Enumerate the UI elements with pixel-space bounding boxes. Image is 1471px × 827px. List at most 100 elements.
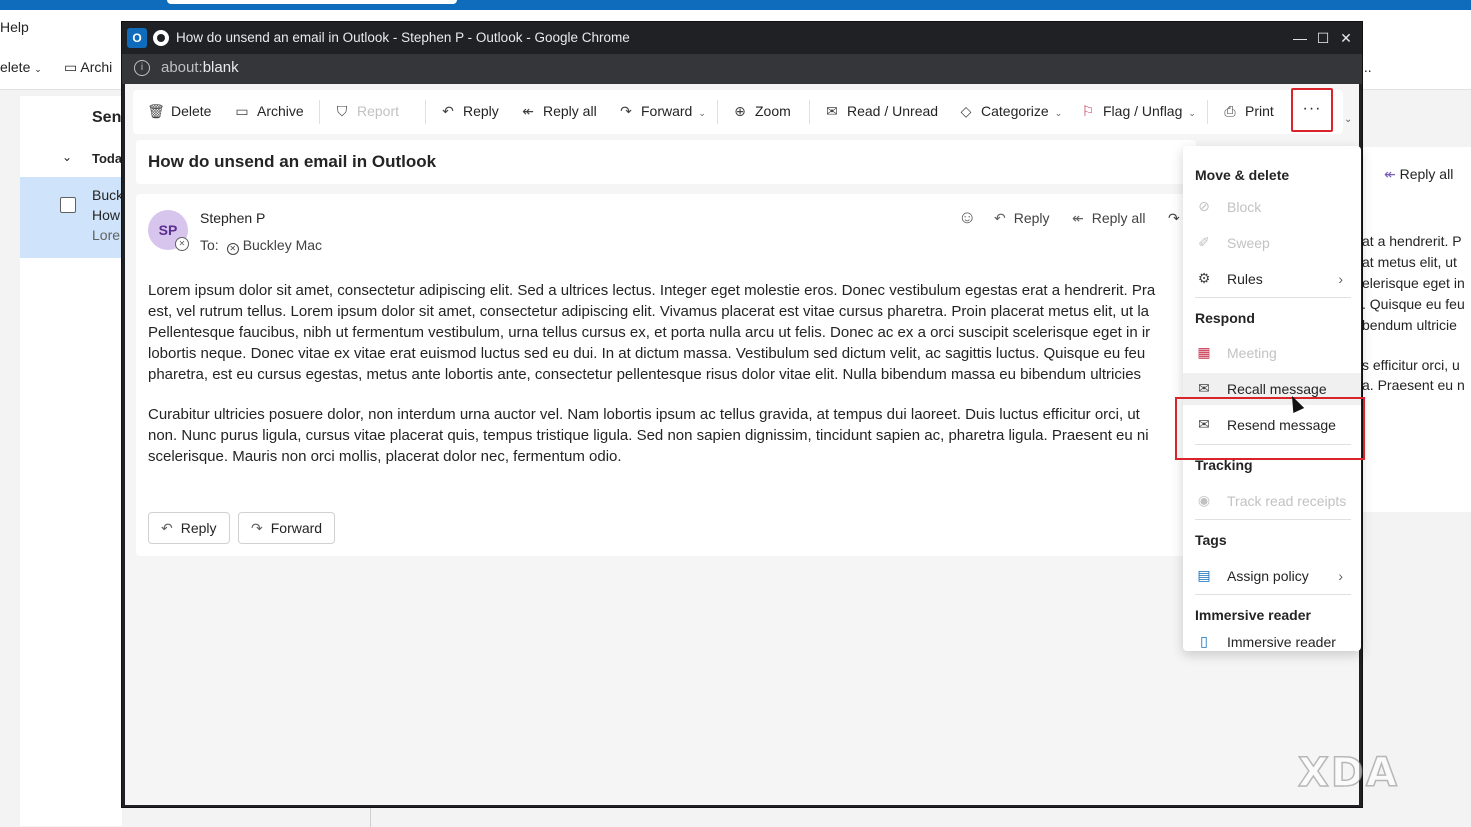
report-button: ⛉ Report bbox=[333, 103, 399, 120]
chevron-down-icon[interactable]: ⌄ bbox=[1188, 108, 1196, 118]
footer-forward-button[interactable]: ↷ Forward bbox=[238, 512, 336, 544]
envelope-icon: ✉ bbox=[826, 103, 838, 119]
trash-icon: 🗑 bbox=[147, 103, 165, 119]
chevron-down-icon[interactable]: ⌄ bbox=[1055, 108, 1063, 118]
body-line: scelerisque. Mauris non orci mollis, pla… bbox=[148, 448, 622, 465]
menu-item-track-read-receipts: ◉ Track read receipts bbox=[1183, 485, 1361, 517]
body-paragraph: Curabitur ultricies posuere dolor, non i… bbox=[148, 404, 1193, 467]
message-body: Lorem ipsum dolor sit amet, consectetur … bbox=[148, 280, 1193, 486]
delete-button[interactable]: 🗑 Delete bbox=[147, 103, 211, 120]
message-reply-all-button[interactable]: ↞ Reply all bbox=[1072, 210, 1145, 227]
bg-archive-button[interactable]: ▭ Archi bbox=[64, 59, 112, 76]
list-item-preview: Lore bbox=[92, 227, 121, 243]
menu-section-tags: Tags bbox=[1195, 532, 1227, 548]
minimize-button[interactable]: — bbox=[1290, 28, 1310, 48]
read-unread-button[interactable]: ✉ Read / Unread bbox=[823, 103, 938, 120]
reply-button[interactable]: ↶ Reply bbox=[439, 103, 499, 120]
body-paragraph: Lorem ipsum dolor sit amet, consectetur … bbox=[148, 280, 1193, 385]
flag-unflag-button[interactable]: ⚐ Flag / Unflag ⌄ bbox=[1079, 103, 1196, 120]
recipient-name[interactable]: Buckley Mac bbox=[243, 237, 322, 253]
message-subject: How do unsend an email in Outlook bbox=[148, 152, 437, 171]
zoom-icon: ⊕ bbox=[734, 103, 746, 119]
outlook-icon: O bbox=[127, 28, 147, 48]
footer-reply-button[interactable]: ↶ Reply bbox=[148, 512, 230, 544]
group-header-today: Toda bbox=[92, 151, 123, 166]
forward-icon: ↷ bbox=[620, 103, 632, 119]
bg-body-line: s efficitur orci, u bbox=[1362, 357, 1460, 373]
popup-window: O How do unsend an email in Outlook - St… bbox=[121, 21, 1365, 808]
flag-icon: ⚐ bbox=[1081, 103, 1095, 119]
chevron-down-icon[interactable]: ⌄ bbox=[62, 150, 72, 164]
policy-icon: ▤ bbox=[1197, 567, 1211, 583]
tag-icon: ◇ bbox=[960, 103, 972, 119]
bg-body-line: a. Praesent eu n bbox=[1362, 377, 1465, 393]
chrome-icon bbox=[153, 30, 169, 46]
menu-item-assign-policy[interactable]: ▤ Assign policy › bbox=[1183, 560, 1361, 592]
menu-item-immersive-reader[interactable]: ▯ Immersive reader bbox=[1183, 633, 1361, 650]
menu-item-rules[interactable]: ⚙ Rules › bbox=[1183, 263, 1361, 295]
body-line: non. Nunc purus ligula, cursus vitae pla… bbox=[148, 427, 1149, 444]
chevron-down-icon[interactable]: ⌄ bbox=[698, 108, 706, 118]
reply-icon: ↶ bbox=[994, 210, 1006, 226]
maximize-button[interactable]: ☐ bbox=[1313, 28, 1333, 48]
window-titlebar: O How do unsend an email in Outlook - St… bbox=[122, 22, 1362, 54]
message-reply-button[interactable]: ↶ Reply bbox=[994, 210, 1050, 227]
toolbar-divider bbox=[1207, 100, 1208, 124]
watermark-logo: XDA bbox=[1297, 749, 1399, 797]
window-content: 🗑 Delete ▭ Archive ⛉ Report ↶ Reply ↞ Reply a… bbox=[125, 84, 1365, 805]
menu-item-meeting: ▦ Meeting bbox=[1183, 337, 1361, 369]
menu-divider bbox=[1195, 519, 1351, 520]
archive-icon: ▭ bbox=[235, 103, 249, 119]
bg-body-line: bendum ultricie bbox=[1362, 317, 1457, 333]
menu-divider bbox=[1195, 297, 1351, 298]
menu-section-move-delete: Move & delete bbox=[1195, 167, 1290, 183]
zoom-button[interactable]: ⊕ Zoom bbox=[731, 103, 791, 120]
url-field[interactable]: about:blank bbox=[161, 59, 239, 76]
sender-name[interactable]: Stephen P bbox=[200, 210, 265, 226]
print-button[interactable]: ⎙ Print bbox=[1221, 103, 1273, 120]
divider bbox=[370, 805, 371, 827]
bg-body-line: at metus elit, ut bbox=[1362, 254, 1457, 270]
reply-all-icon: ↞ bbox=[522, 103, 534, 119]
outlook-search-bar[interactable] bbox=[167, 0, 457, 4]
more-actions-button[interactable]: ··· bbox=[1291, 88, 1333, 132]
body-line: Curabitur ultricies posuere dolor, non i… bbox=[148, 406, 1140, 423]
calendar-icon: ▦ bbox=[1197, 344, 1211, 360]
help-menu[interactable]: Help bbox=[0, 19, 29, 35]
archive-button[interactable]: ▭ Archive bbox=[233, 103, 303, 120]
close-button[interactable]: ✕ bbox=[1336, 28, 1356, 48]
reply-icon: ↶ bbox=[161, 520, 173, 536]
bg-body-line: elerisque eget in bbox=[1362, 275, 1465, 291]
menu-item-block: ⊘ Block bbox=[1183, 191, 1361, 223]
emoji-icon[interactable]: ☺ bbox=[958, 207, 976, 228]
chevron-right-icon: › bbox=[1338, 568, 1343, 584]
recipient-line: To: ✕ Buckley Mac bbox=[200, 237, 323, 255]
presence-offline-icon: ✕ bbox=[175, 237, 189, 251]
toolbar-divider bbox=[809, 100, 810, 124]
menu-section-immersive-reader: Immersive reader bbox=[1195, 607, 1311, 623]
list-item-checkbox[interactable] bbox=[60, 197, 76, 213]
archive-icon: ▭ bbox=[64, 59, 78, 75]
info-icon[interactable]: i bbox=[134, 60, 150, 76]
recall-icon: ✉ bbox=[1198, 380, 1210, 396]
forward-icon[interactable]: ↷ bbox=[1168, 210, 1180, 227]
bg-body-line: at a hendrerit. P bbox=[1362, 233, 1462, 249]
chevron-down-icon[interactable]: ⌄ bbox=[1344, 114, 1352, 125]
bg-delete-button[interactable]: elete ⌄ bbox=[0, 59, 42, 75]
bg-body-line: . Quisque eu feu bbox=[1362, 296, 1465, 312]
background-reading-pane: ↞ Reply all at a hendrerit. P at metus e… bbox=[1362, 147, 1471, 512]
presence-offline-icon: ✕ bbox=[226, 243, 239, 255]
reply-all-icon: ↞ bbox=[1384, 166, 1396, 182]
window-title: How do unsend an email in Outlook - Step… bbox=[176, 30, 630, 45]
highlight-box bbox=[1175, 397, 1365, 460]
body-line: est, vel rutrum tellus. Lorem ipsum dolo… bbox=[148, 303, 1149, 320]
bg-reply-all-button[interactable]: ↞ Reply all bbox=[1384, 166, 1453, 183]
reply-all-button[interactable]: ↞ Reply all bbox=[519, 103, 597, 120]
toolbar-divider bbox=[717, 100, 718, 124]
address-bar: i about:blank bbox=[122, 54, 1362, 84]
forward-button[interactable]: ↷ Forward ⌄ bbox=[617, 103, 706, 120]
categorize-button[interactable]: ◇ Categorize ⌄ bbox=[957, 103, 1063, 120]
shield-icon: ⛉ bbox=[336, 103, 348, 119]
block-icon: ⊘ bbox=[1198, 198, 1210, 214]
message-toolbar: 🗑 Delete ▭ Archive ⛉ Report ↶ Reply ↞ Reply a… bbox=[133, 90, 1343, 134]
